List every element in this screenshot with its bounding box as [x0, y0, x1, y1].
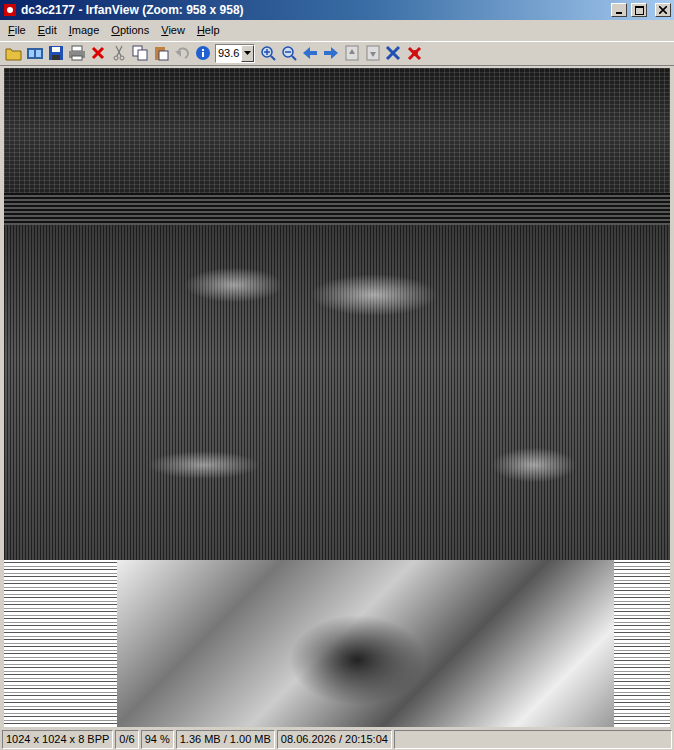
window-title: dc3c2177 - IrfanView (Zoom: 958 x 958)	[21, 1, 607, 19]
status-bar: 1024 x 1024 x 8 BPP0/694 %1.36 MB / 1.00…	[0, 729, 674, 750]
info-icon	[195, 45, 211, 61]
menu-item[interactable]: Help	[191, 20, 226, 41]
zoom-out-icon	[281, 45, 297, 61]
left-arrow-icon	[302, 45, 318, 61]
copy-icon	[132, 45, 148, 61]
undo-button[interactable]	[171, 43, 192, 64]
zoom-value[interactable]: 93.6	[216, 48, 241, 59]
minimize-icon	[615, 6, 623, 14]
page-down-icon	[365, 45, 381, 61]
irfanview-window: dc3c2177 - IrfanView (Zoom: 958 x 958) F…	[0, 0, 674, 750]
right-arrow-icon	[323, 45, 339, 61]
title-bar: dc3c2177 - IrfanView (Zoom: 958 x 958)	[0, 0, 674, 20]
status-segment: 1.36 MB / 1.00 MB	[176, 730, 275, 749]
menu-item[interactable]: Edit	[32, 20, 63, 41]
folder-icon	[5, 45, 23, 61]
settings-button[interactable]	[383, 43, 404, 64]
zoom-dropdown-button[interactable]	[241, 45, 254, 62]
cut-button[interactable]	[108, 43, 129, 64]
close-button[interactable]	[655, 3, 671, 17]
undo-arrow-icon	[174, 45, 190, 61]
last-page-button[interactable]	[362, 43, 383, 64]
info-button[interactable]	[192, 43, 213, 64]
menu-bar: FileEditImageOptionsViewHelp	[0, 20, 674, 42]
irfanview-logo-icon	[3, 3, 17, 17]
copy-button[interactable]	[129, 43, 150, 64]
dropdown-arrow-icon	[244, 51, 251, 55]
status-segment: 1024 x 1024 x 8 BPP	[2, 730, 113, 749]
floppy-icon	[48, 45, 64, 61]
menu-item[interactable]: Image	[63, 20, 106, 41]
maximize-icon	[635, 6, 644, 15]
zoom-in-icon	[260, 45, 276, 61]
first-page-button[interactable]	[341, 43, 362, 64]
status-segment: 08.06.2026 / 20:15:04	[277, 730, 392, 749]
status-filler	[394, 730, 672, 749]
menu-item[interactable]: View	[155, 20, 191, 41]
page-up-icon	[344, 45, 360, 61]
zoom-combo[interactable]: 93.6	[215, 44, 255, 63]
close-icon	[659, 6, 667, 14]
status-segment: 0/6	[115, 730, 138, 749]
delete-button[interactable]	[87, 43, 108, 64]
printer-icon	[68, 45, 86, 61]
paste-button[interactable]	[150, 43, 171, 64]
open-button[interactable]	[3, 43, 24, 64]
image-picture	[4, 68, 670, 728]
thumbnails-button[interactable]	[24, 43, 45, 64]
zoom-in-button[interactable]	[257, 43, 278, 64]
print-button[interactable]	[66, 43, 87, 64]
image-viewport	[0, 66, 674, 730]
tools-icon	[385, 45, 403, 61]
delete-x-icon	[90, 45, 106, 61]
maximize-button[interactable]	[631, 3, 647, 17]
exit-icon	[406, 45, 424, 61]
menu-item[interactable]: File	[2, 20, 32, 41]
exit-button[interactable]	[404, 43, 425, 64]
menu-item[interactable]: Options	[105, 20, 155, 41]
status-segment: 94 %	[141, 730, 174, 749]
previous-button[interactable]	[299, 43, 320, 64]
minimize-button[interactable]	[611, 3, 627, 17]
zoom-out-button[interactable]	[278, 43, 299, 64]
next-button[interactable]	[320, 43, 341, 64]
filmstrip-icon	[26, 45, 44, 61]
save-button[interactable]	[45, 43, 66, 64]
toolbar: 93.6	[0, 42, 674, 66]
scissors-icon	[111, 45, 127, 61]
clipboard-icon	[153, 45, 169, 61]
